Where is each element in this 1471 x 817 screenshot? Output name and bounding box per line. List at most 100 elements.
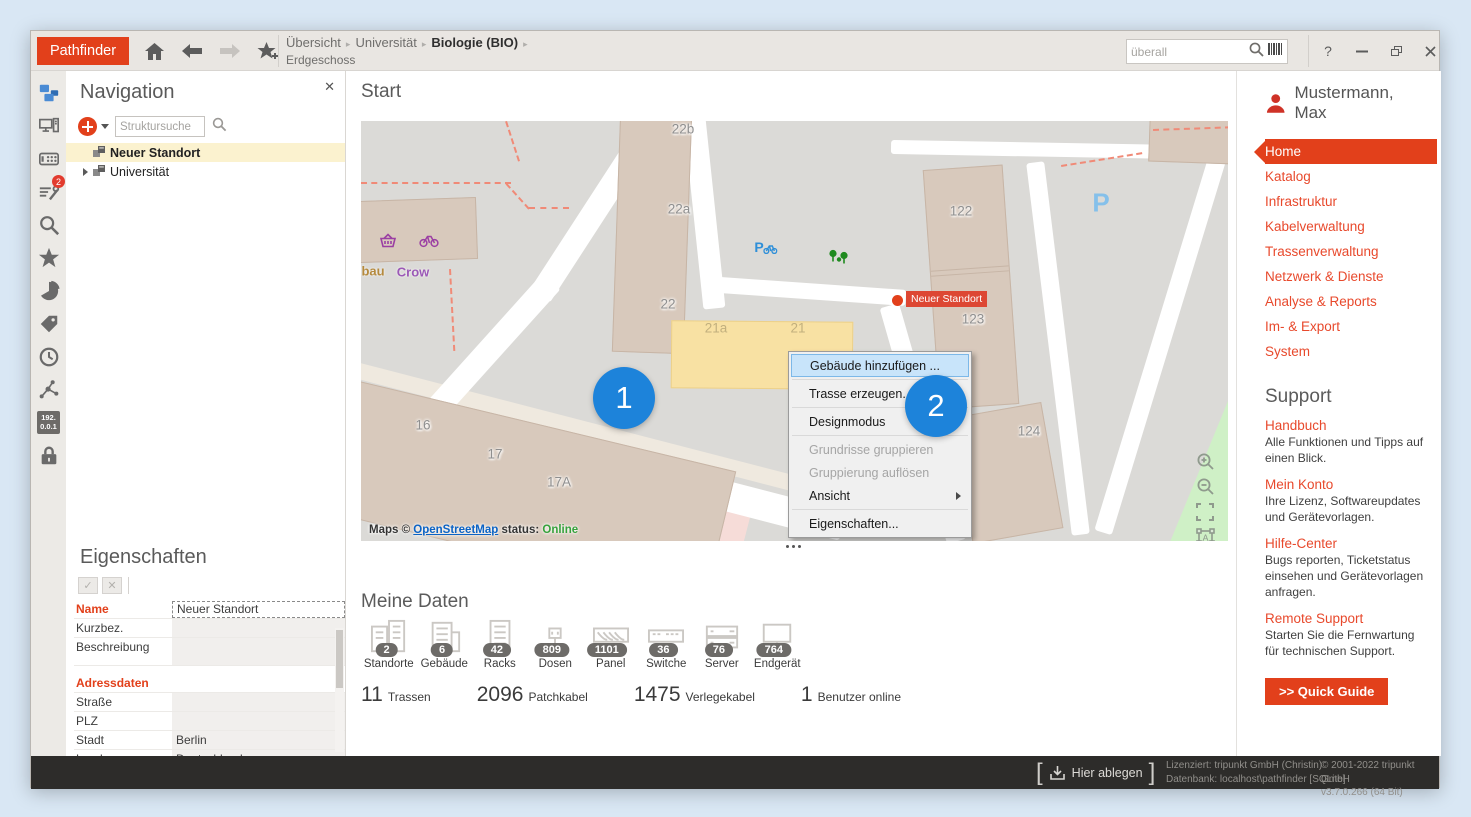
stat-endgeraet[interactable]: 764 Endgerät xyxy=(750,619,806,670)
barcode-scan-icon[interactable] xyxy=(1268,42,1283,61)
menu-netzwerk-dienste[interactable]: Netzwerk & Dienste xyxy=(1265,264,1427,289)
support-link[interactable]: Mein Konto xyxy=(1265,477,1427,492)
breadcrumb-item[interactable]: Universität xyxy=(355,35,416,50)
apply-icon[interactable]: ✓ xyxy=(78,577,98,594)
breadcrumb-separator-icon: ▸ xyxy=(518,39,533,49)
patch-panel-icon[interactable] xyxy=(31,145,66,172)
stat-racks[interactable]: 42 Racks xyxy=(472,619,528,670)
trees-icon xyxy=(827,248,851,271)
search-tool-icon[interactable] xyxy=(31,211,66,238)
lock-icon[interactable] xyxy=(31,442,66,469)
structure-search-input[interactable] xyxy=(115,116,205,137)
add-node-button[interactable] xyxy=(78,117,97,136)
menu-trassenverwaltung[interactable]: Trassenverwaltung xyxy=(1265,239,1427,264)
close-button[interactable] xyxy=(1417,39,1443,63)
annotation-step-1: 1 xyxy=(593,367,655,429)
site-icon xyxy=(92,145,106,161)
history-icon[interactable] xyxy=(31,343,66,370)
restore-button[interactable] xyxy=(1383,39,1409,63)
tag-icon[interactable] xyxy=(31,310,66,337)
discard-icon[interactable]: ✕ xyxy=(102,577,122,594)
breadcrumb-sublevel[interactable]: Erdgeschoss xyxy=(286,52,533,68)
menu-item-eigenschaften[interactable]: Eigenschaften... xyxy=(791,512,969,535)
menu-analyse-reports[interactable]: Analyse & Reports xyxy=(1265,289,1427,314)
right-sidebar: Mustermann, Max Home Katalog Infrastrukt… xyxy=(1236,71,1441,756)
pie-chart-icon[interactable] xyxy=(31,277,66,304)
stat-standorte[interactable]: 2 Standorte xyxy=(361,619,417,670)
map-place-label: bau xyxy=(361,264,384,279)
prop-label: Straße xyxy=(74,695,172,709)
prop-value[interactable] xyxy=(172,619,345,637)
add-dropdown-icon[interactable] xyxy=(101,124,109,129)
user-account[interactable]: Mustermann, Max xyxy=(1265,83,1427,123)
stat-badge: 6 xyxy=(431,643,453,657)
ip-line2: 0.0.1 xyxy=(40,422,57,431)
workstation-icon[interactable] xyxy=(31,112,66,139)
home-icon[interactable] xyxy=(141,40,167,62)
menu-home[interactable]: Home xyxy=(1265,139,1437,164)
support-link[interactable]: Handbuch xyxy=(1265,418,1427,433)
support-link[interactable]: Remote Support xyxy=(1265,611,1427,626)
menu-item-gebaeude-hinzufuegen[interactable]: Gebäude hinzufügen ... xyxy=(791,354,969,377)
menu-katalog[interactable]: Katalog xyxy=(1265,164,1427,189)
menu-infrastruktur[interactable]: Infrastruktur xyxy=(1265,189,1427,214)
ip-address-icon[interactable]: 192.0.0.1 xyxy=(31,409,66,436)
map-house-number: 21 xyxy=(790,321,805,336)
stat-panel[interactable]: 1101 Panel xyxy=(583,619,639,670)
map-house-number: 22b xyxy=(672,122,695,137)
menu-item-ansicht[interactable]: Ansicht xyxy=(791,484,969,507)
minimize-button[interactable] xyxy=(1349,39,1375,63)
site-marker-label[interactable]: Neuer Standort xyxy=(906,291,987,307)
back-icon[interactable] xyxy=(179,40,205,62)
quick-guide-button[interactable]: >> Quick Guide xyxy=(1265,678,1388,705)
favorites-icon[interactable] xyxy=(31,244,66,271)
global-search xyxy=(1126,39,1288,64)
prop-value[interactable]: Berlin xyxy=(172,731,345,749)
openstreetmap-link[interactable]: OpenStreetMap xyxy=(413,524,498,536)
menu-im-export[interactable]: Im- & Export xyxy=(1265,314,1427,339)
prop-label: Beschreibung xyxy=(74,638,172,654)
prop-value[interactable] xyxy=(172,712,345,730)
zoom-out-icon[interactable] xyxy=(1193,474,1217,498)
map-house-number: 22 xyxy=(660,297,675,312)
stat-switche[interactable]: 36 Switche xyxy=(639,619,695,670)
zoom-in-icon[interactable] xyxy=(1193,449,1217,473)
tasks-icon[interactable]: 2 xyxy=(31,178,66,205)
help-button[interactable]: ? xyxy=(1315,39,1341,63)
stat-dosen[interactable]: 809 Dosen xyxy=(528,619,584,670)
stat-server[interactable]: 76 Server xyxy=(694,619,750,670)
global-search-input[interactable] xyxy=(1131,45,1249,59)
app-logo[interactable]: Pathfinder xyxy=(37,37,129,65)
menu-system[interactable]: System xyxy=(1265,339,1427,364)
site-marker-icon[interactable] xyxy=(892,295,903,306)
structure-search-icon[interactable] xyxy=(212,117,227,137)
tree-item-universitaet[interactable]: Universität xyxy=(66,162,345,181)
expander-icon[interactable] xyxy=(83,168,88,176)
panel-close-icon[interactable]: ✕ xyxy=(324,79,335,95)
topology-icon[interactable] xyxy=(31,376,66,403)
prop-value[interactable] xyxy=(172,638,345,665)
forward-icon[interactable] xyxy=(217,40,243,62)
prop-value[interactable] xyxy=(172,693,345,711)
stat-gebaeude[interactable]: 6 Gebäude xyxy=(417,619,473,670)
stat-label: Racks xyxy=(472,658,528,670)
fit-view-icon[interactable] xyxy=(1193,500,1217,524)
auto-layout-icon[interactable]: A xyxy=(1193,525,1217,541)
breadcrumb-item-current[interactable]: Biologie (BIO) xyxy=(431,35,518,50)
drop-zone[interactable]: [ Hier ablegen ] xyxy=(1036,756,1155,789)
support-link[interactable]: Hilfe-Center xyxy=(1265,536,1427,551)
navigation-title: Navigation xyxy=(66,71,345,104)
support-remote-support: Remote Support Starten Sie die Fernwartu… xyxy=(1265,611,1427,659)
breadcrumb-item[interactable]: Übersicht xyxy=(286,35,341,50)
breadcrumb-separator-icon: ▸ xyxy=(417,39,432,49)
properties-scrollbar[interactable] xyxy=(335,628,344,752)
structure-icon[interactable] xyxy=(31,79,66,106)
map-resize-handle[interactable] xyxy=(786,545,801,548)
tree-item-neuer-standort[interactable]: Neuer Standort xyxy=(66,143,345,162)
map-view[interactable]: 22b 22a 22 21a 21 122 123 124 16 17 17A … xyxy=(361,121,1228,541)
search-icon[interactable] xyxy=(1249,42,1264,62)
counter-trassen: 11Trassen xyxy=(361,683,431,707)
bike-parking-icon: P xyxy=(754,239,777,257)
prop-name-input[interactable]: Neuer Standort xyxy=(172,601,345,618)
menu-kabelverwaltung[interactable]: Kabelverwaltung xyxy=(1265,214,1427,239)
